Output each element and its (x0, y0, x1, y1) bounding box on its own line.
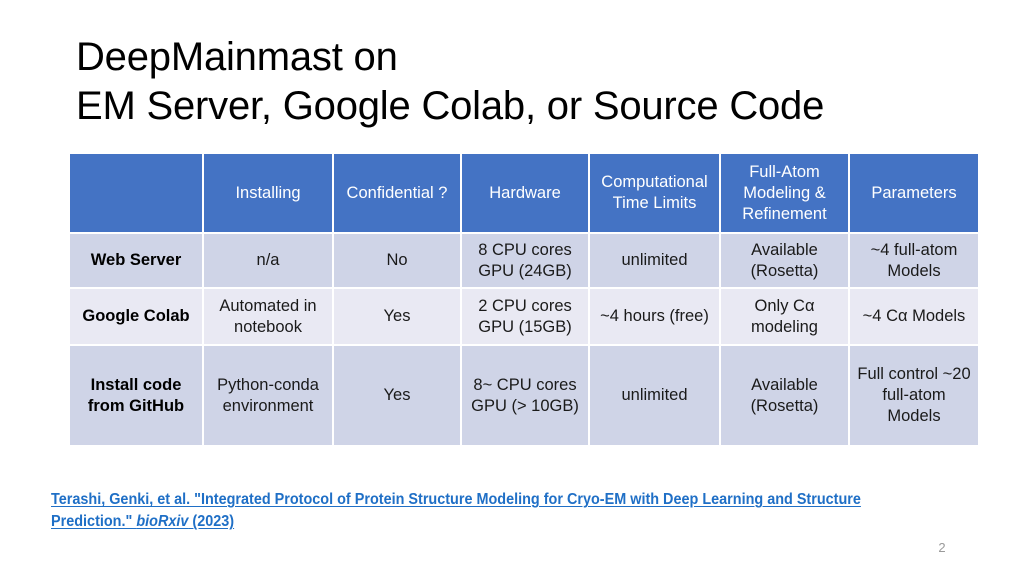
cell-confidential: Yes (334, 346, 460, 445)
cell-time-limits: ~4 hours (free) (590, 289, 719, 344)
table-row: Install code from GitHub Python-conda en… (70, 346, 978, 445)
table-body: Web Server n/a No 8 CPU cores GPU (24GB)… (70, 234, 978, 445)
slide: DeepMainmast on EM Server, Google Colab,… (0, 0, 1024, 576)
table-header-confidential: Confidential ? (334, 154, 460, 232)
cell-installing: n/a (204, 234, 332, 287)
table-row: Google Colab Automated in notebook Yes 2… (70, 289, 978, 344)
cell-full-atom: Available (Rosetta) (721, 346, 848, 445)
citation-text-part2: (2023) (188, 513, 235, 530)
cell-parameters: ~4 Cα Models (850, 289, 978, 344)
citation-journal-name: bioRxiv (136, 513, 189, 530)
cell-hardware: 2 CPU cores GPU (15GB) (462, 289, 588, 344)
page-number: 2 (938, 540, 946, 555)
citation-link[interactable]: Terashi, Genki, et al. "Integrated Proto… (51, 489, 907, 533)
cell-parameters: Full control ~20 full-atom Models (850, 346, 978, 445)
table-header-parameters: Parameters (850, 154, 978, 232)
cell-time-limits: unlimited (590, 346, 719, 445)
table-row: Web Server n/a No 8 CPU cores GPU (24GB)… (70, 234, 978, 287)
row-label-google-colab: Google Colab (70, 289, 202, 344)
table-header-corner (70, 154, 202, 232)
page-title: DeepMainmast on EM Server, Google Colab,… (76, 35, 825, 128)
comparison-table: Installing Confidential ? Hardware Compu… (68, 152, 980, 447)
cell-time-limits: unlimited (590, 234, 719, 287)
table-header: Installing Confidential ? Hardware Compu… (70, 154, 978, 232)
comparison-table-container: Installing Confidential ? Hardware Compu… (68, 152, 978, 447)
cell-hardware: 8 CPU cores GPU (24GB) (462, 234, 588, 287)
table-header-installing: Installing (204, 154, 332, 232)
cell-installing: Automated in notebook (204, 289, 332, 344)
row-label-web-server: Web Server (70, 234, 202, 287)
cell-full-atom: Only Cα modeling (721, 289, 848, 344)
table-header-full-atom-modeling-refinement: Full-Atom Modeling & Refinement (721, 154, 848, 232)
table-header-row: Installing Confidential ? Hardware Compu… (70, 154, 978, 232)
cell-confidential: Yes (334, 289, 460, 344)
cell-installing: Python-conda environment (204, 346, 332, 445)
cell-confidential: No (334, 234, 460, 287)
cell-hardware: 8~ CPU cores GPU (> 10GB) (462, 346, 588, 445)
table-header-computational-time-limits: Computational Time Limits (590, 154, 719, 232)
cell-full-atom: Available (Rosetta) (721, 234, 848, 287)
cell-parameters: ~4 full-atom Models (850, 234, 978, 287)
table-header-hardware: Hardware (462, 154, 588, 232)
row-label-install-code-from-github: Install code from GitHub (70, 346, 202, 445)
